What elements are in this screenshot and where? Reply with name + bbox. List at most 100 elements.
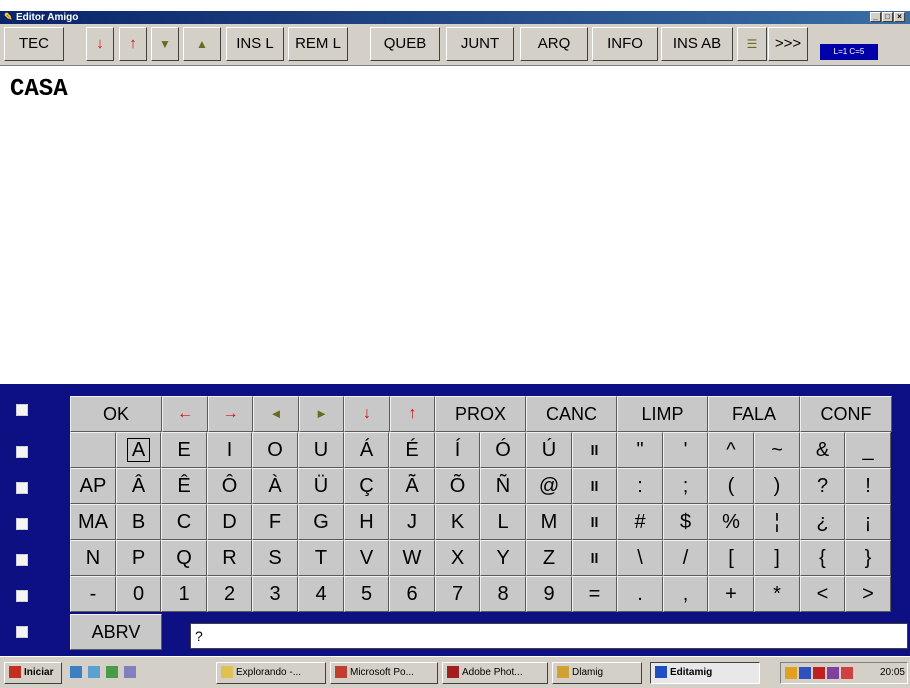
- key-row2-1[interactable]: Â: [116, 468, 161, 504]
- key-row1-7[interactable]: É: [389, 432, 435, 468]
- canc-key[interactable]: CANC: [526, 396, 617, 432]
- key-row3-15[interactable]: ¦: [754, 504, 800, 540]
- key-row3-17[interactable]: ¡: [845, 504, 891, 540]
- key-row4-13[interactable]: /: [663, 540, 708, 576]
- prox-key[interactable]: PROX: [435, 396, 526, 432]
- text-editor[interactable]: CASA: [0, 66, 910, 384]
- line-up-button[interactable]: ↑: [119, 27, 147, 61]
- key-row3-0[interactable]: MA: [70, 504, 116, 540]
- key-row2-0[interactable]: AP: [70, 468, 116, 504]
- key-row5-1[interactable]: 0: [116, 576, 161, 612]
- key-row3-2[interactable]: C: [161, 504, 207, 540]
- key-row4-6[interactable]: V: [344, 540, 389, 576]
- key-row1-3[interactable]: I: [207, 432, 252, 468]
- key-row2-5[interactable]: Ü: [298, 468, 344, 504]
- key-row1-9[interactable]: Ó: [480, 432, 526, 468]
- key-row4-17[interactable]: }: [845, 540, 891, 576]
- key-row5-3[interactable]: 2: [207, 576, 252, 612]
- key-row1-6[interactable]: Á: [344, 432, 389, 468]
- key-row1-0[interactable]: [70, 432, 116, 468]
- key-row3-12[interactable]: #: [617, 504, 663, 540]
- key-row5-16[interactable]: <: [800, 576, 845, 612]
- key-row4-3[interactable]: R: [207, 540, 252, 576]
- key-row4-16[interactable]: {: [800, 540, 845, 576]
- key-row2-4[interactable]: À: [252, 468, 298, 504]
- key-row4-9[interactable]: Y: [480, 540, 526, 576]
- keyboard-input-line[interactable]: ?: [190, 623, 908, 649]
- key-row1-10[interactable]: Ú: [526, 432, 572, 468]
- key-row4-2[interactable]: Q: [161, 540, 207, 576]
- tools-icon-button[interactable]: ☰: [737, 27, 767, 61]
- key-row3-5[interactable]: G: [298, 504, 344, 540]
- task-explorando[interactable]: Explorando -...: [216, 662, 326, 684]
- abrv-key[interactable]: ABRV: [70, 614, 162, 650]
- tray-icon[interactable]: [827, 667, 839, 679]
- tray-icon[interactable]: [785, 667, 797, 679]
- task-dlamig[interactable]: Dlamig: [552, 662, 642, 684]
- desktop-icon[interactable]: [70, 666, 82, 678]
- key-row4-10[interactable]: Z: [526, 540, 572, 576]
- key-row2-6[interactable]: Ç: [344, 468, 389, 504]
- down-arrow-key[interactable]: ↓: [344, 396, 390, 432]
- arq-button[interactable]: ARQ: [520, 27, 588, 61]
- up-arrow-key[interactable]: ↑: [390, 396, 435, 432]
- key-row4-4[interactable]: S: [252, 540, 298, 576]
- key-row1-2[interactable]: E: [161, 432, 207, 468]
- tray-icon[interactable]: [841, 667, 853, 679]
- row-selector[interactable]: [16, 626, 28, 638]
- line-down-button[interactable]: ↓: [86, 27, 114, 61]
- key-row4-5[interactable]: T: [298, 540, 344, 576]
- key-row3-8[interactable]: K: [435, 504, 480, 540]
- key-row2-3[interactable]: Ô: [207, 468, 252, 504]
- key-row2-7[interactable]: Ã: [389, 468, 435, 504]
- key-row4-15[interactable]: ]: [754, 540, 800, 576]
- key-row1-11[interactable]: ll: [572, 432, 617, 468]
- key-row5-2[interactable]: 1: [161, 576, 207, 612]
- minimize-button[interactable]: _: [870, 12, 881, 22]
- key-row3-6[interactable]: H: [344, 504, 389, 540]
- key-row4-7[interactable]: W: [389, 540, 435, 576]
- key-row5-4[interactable]: 3: [252, 576, 298, 612]
- key-row5-10[interactable]: 9: [526, 576, 572, 612]
- key-row1-16[interactable]: &: [800, 432, 845, 468]
- junt-button[interactable]: JUNT: [446, 27, 514, 61]
- row-selector[interactable]: [16, 590, 28, 602]
- key-row4-12[interactable]: \: [617, 540, 663, 576]
- conf-key[interactable]: CONF: [800, 396, 892, 432]
- page-up-button[interactable]: ▲: [183, 27, 221, 61]
- row-selector[interactable]: [16, 404, 28, 416]
- ins-line-button[interactable]: INS L: [226, 27, 284, 61]
- key-row3-9[interactable]: L: [480, 504, 526, 540]
- key-row3-7[interactable]: J: [389, 504, 435, 540]
- more-button[interactable]: >>>: [768, 27, 808, 61]
- key-row1-12[interactable]: ": [617, 432, 663, 468]
- key-row2-13[interactable]: ;: [663, 468, 708, 504]
- key-row5-5[interactable]: 4: [298, 576, 344, 612]
- key-row5-14[interactable]: +: [708, 576, 754, 612]
- key-row4-8[interactable]: X: [435, 540, 480, 576]
- key-row1-8[interactable]: Í: [435, 432, 480, 468]
- task-photoshop[interactable]: Adobe Phot...: [442, 662, 548, 684]
- word-left-key[interactable]: ◄: [253, 396, 299, 432]
- key-row5-0[interactable]: -: [70, 576, 116, 612]
- key-row3-10[interactable]: M: [526, 504, 572, 540]
- fala-key[interactable]: FALA: [708, 396, 800, 432]
- key-row5-6[interactable]: 5: [344, 576, 389, 612]
- row-selector[interactable]: [16, 446, 28, 458]
- task-editamig[interactable]: Editamig: [650, 662, 760, 684]
- key-row1-4[interactable]: O: [252, 432, 298, 468]
- row-selector[interactable]: [16, 554, 28, 566]
- key-row5-17[interactable]: >: [845, 576, 891, 612]
- key-row5-9[interactable]: 8: [480, 576, 526, 612]
- close-button[interactable]: ×: [894, 12, 905, 22]
- key-row3-16[interactable]: ¿: [800, 504, 845, 540]
- right-arrow-key[interactable]: →: [208, 396, 253, 432]
- word-right-key[interactable]: ►: [299, 396, 344, 432]
- key-row5-11[interactable]: =: [572, 576, 617, 612]
- key-row1-13[interactable]: ': [663, 432, 708, 468]
- key-row1-1[interactable]: A: [116, 432, 161, 468]
- key-row3-11[interactable]: ll: [572, 504, 617, 540]
- explorer-quick-icon[interactable]: [106, 666, 118, 678]
- ok-key[interactable]: OK: [70, 396, 162, 432]
- key-row1-14[interactable]: ^: [708, 432, 754, 468]
